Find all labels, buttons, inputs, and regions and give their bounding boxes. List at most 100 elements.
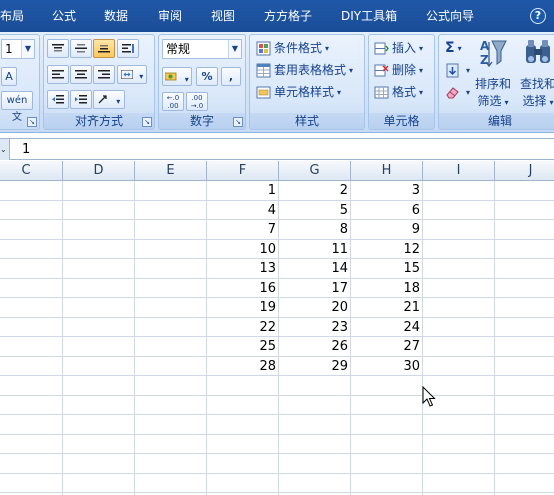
orientation-button[interactable]: [117, 39, 139, 58]
decrease-decimal-button[interactable]: .00 →.0: [186, 92, 208, 111]
cell-g10[interactable]: 29: [279, 357, 351, 376]
cell-h8[interactable]: 24: [351, 318, 423, 337]
column-header-g[interactable]: G: [279, 161, 351, 181]
cell-f5[interactable]: 13: [207, 259, 279, 278]
cell-f4[interactable]: 10: [207, 240, 279, 259]
fill-button[interactable]: ▾: [445, 61, 470, 80]
align-right-button[interactable]: [93, 65, 115, 84]
cell-f3[interactable]: 7: [207, 220, 279, 239]
ribbon-tab-bar: 布局 公式 数据 审阅 视图 方方格子 DIY工具箱 公式向导 ?: [0, 0, 554, 32]
number-launcher-icon[interactable]: ↘: [233, 117, 243, 127]
cell-h9[interactable]: 27: [351, 337, 423, 356]
merge-center-button[interactable]: ▾: [117, 65, 147, 84]
insert-button[interactable]: 插入 ▾: [374, 39, 423, 58]
format-as-table-button[interactable]: 套用表格格式 ▾: [256, 61, 353, 80]
cell-styles-button[interactable]: 单元格样式 ▾: [256, 83, 341, 102]
tab-diy-toolbox[interactable]: DIY工具箱: [341, 0, 397, 32]
conditional-format-button[interactable]: 条件格式 ▾: [256, 39, 329, 58]
cell-f2[interactable]: 4: [207, 201, 279, 220]
cell-h1[interactable]: 3: [351, 181, 423, 200]
cell-g6[interactable]: 17: [279, 279, 351, 298]
sort-filter-label-2: 筛选: [477, 94, 502, 108]
cell-g3[interactable]: 8: [279, 220, 351, 239]
cell-g7[interactable]: 20: [279, 298, 351, 317]
chevron-down-icon: ▾: [337, 88, 342, 97]
tab-ffcell[interactable]: 方方格子: [264, 0, 312, 32]
comma-style-button[interactable]: ,: [221, 67, 241, 86]
grid-row-line: [0, 473, 554, 474]
cell-g9[interactable]: 26: [279, 337, 351, 356]
cell-styles-label: 单元格样式: [274, 85, 335, 99]
delete-button[interactable]: 删除 ▾: [374, 61, 423, 80]
number-format-select[interactable]: 常规 ▼: [162, 39, 242, 59]
format-as-table-label: 套用表格格式: [274, 63, 347, 77]
cell-f7[interactable]: 19: [207, 298, 279, 317]
grid-row-line: [0, 414, 554, 415]
column-header-h[interactable]: H: [351, 161, 423, 181]
find-select-button[interactable]: 查找和 选择 ▾: [517, 37, 554, 111]
cell-h4[interactable]: 12: [351, 240, 423, 259]
column-header-i[interactable]: I: [423, 161, 495, 181]
cell-h7[interactable]: 21: [351, 298, 423, 317]
grow-font-button[interactable]: A: [1, 67, 17, 86]
formula-bar-expand-icon[interactable]: ⌄: [0, 139, 10, 160]
tab-view[interactable]: 视图: [211, 0, 235, 32]
tab-formulas[interactable]: 公式: [52, 0, 76, 32]
outdent-icon: [52, 95, 64, 104]
tab-data[interactable]: 数据: [104, 0, 128, 32]
column-header-c[interactable]: C: [0, 161, 63, 181]
cell-f10[interactable]: 28: [207, 357, 279, 376]
worksheet-grid[interactable]: 1 2 3 4 5 6 7 8 9 10 11 12 13 14 15 16 17 18 19 20 21 22 23 24 2…: [0, 181, 554, 495]
cell-g2[interactable]: 5: [279, 201, 351, 220]
format-button[interactable]: 格式 ▾: [374, 83, 423, 102]
cell-g5[interactable]: 14: [279, 259, 351, 278]
cell-g1[interactable]: 2: [279, 181, 351, 200]
phonetic-label: wén 文: [6, 95, 28, 123]
increase-decimal-button[interactable]: ←.0 .00: [162, 92, 184, 111]
alignment-launcher-icon[interactable]: ↘: [142, 117, 152, 127]
cell-h10[interactable]: 30: [351, 357, 423, 376]
percent-button[interactable]: %: [196, 67, 218, 86]
cell-f9[interactable]: 25: [207, 337, 279, 356]
cell-f1[interactable]: 1: [207, 181, 279, 200]
cell-g8[interactable]: 23: [279, 318, 351, 337]
increase-indent-button[interactable]: [70, 90, 92, 109]
font-size-select[interactable]: 1 ▼: [1, 39, 35, 59]
column-header-f[interactable]: F: [207, 161, 279, 181]
grid-row-line: [0, 434, 554, 435]
help-icon[interactable]: ?: [530, 8, 546, 24]
column-header-d[interactable]: D: [63, 161, 135, 181]
cell-f8[interactable]: 22: [207, 318, 279, 337]
tab-formula-wizard[interactable]: 公式向导: [426, 0, 474, 32]
cell-h3[interactable]: 9: [351, 220, 423, 239]
phonetic-button[interactable]: wén 文: [1, 91, 33, 123]
binoculars-icon: [526, 40, 550, 63]
autosum-button[interactable]: Σ ▾: [445, 39, 462, 58]
align-middle-button[interactable]: [70, 39, 92, 58]
editing-group-title: 编辑: [439, 113, 554, 129]
formula-input[interactable]: 1: [22, 139, 30, 160]
tab-layout[interactable]: 布局: [0, 0, 24, 32]
chevron-down-icon: ▾: [325, 44, 330, 53]
align-top-button[interactable]: [47, 39, 69, 58]
clear-button[interactable]: ▾: [445, 83, 470, 102]
text-orientation-button[interactable]: ▾: [93, 90, 125, 109]
cell-g4[interactable]: 11: [279, 240, 351, 259]
accounting-format-button[interactable]: ▾: [162, 67, 192, 86]
cell-h2[interactable]: 6: [351, 201, 423, 220]
align-center-button[interactable]: [70, 65, 92, 84]
tab-review[interactable]: 审阅: [158, 0, 182, 32]
column-header-e[interactable]: E: [135, 161, 207, 181]
chevron-down-icon: ▾: [504, 98, 509, 107]
formula-bar: ⌄ 1: [0, 138, 554, 160]
cell-h6[interactable]: 18: [351, 279, 423, 298]
format-label: 格式: [392, 85, 417, 99]
cell-f6[interactable]: 16: [207, 279, 279, 298]
font-launcher-icon[interactable]: ↘: [27, 117, 37, 127]
column-header-j[interactable]: J: [495, 161, 554, 181]
align-left-button[interactable]: [47, 65, 69, 84]
cell-h5[interactable]: 15: [351, 259, 423, 278]
align-bottom-button[interactable]: [93, 39, 115, 58]
sort-filter-button[interactable]: AZ 排序和 筛选 ▾: [473, 37, 513, 111]
decrease-indent-button[interactable]: [47, 90, 69, 109]
